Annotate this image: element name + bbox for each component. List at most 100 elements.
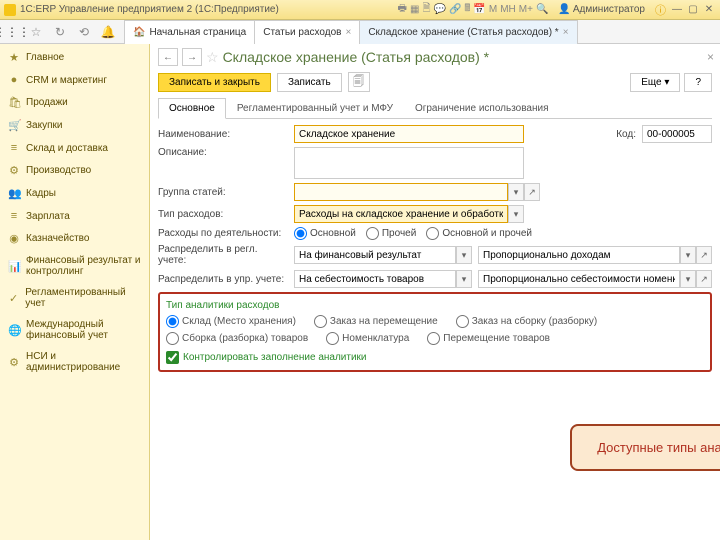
dropdown-icon[interactable]: ▾ xyxy=(456,246,472,264)
info-icon[interactable]: ⓘ xyxy=(655,2,666,18)
sidebar-item-5[interactable]: ⚙Производство xyxy=(0,159,149,182)
sidebar-item-0[interactable]: ★Главное xyxy=(0,46,149,69)
calc-icon[interactable]: 🖩 xyxy=(464,1,470,18)
sidebar-item-2[interactable]: 🛍Продажи xyxy=(0,91,149,114)
history-icon[interactable]: ↻ xyxy=(52,24,68,40)
mn-icon[interactable]: МН xyxy=(500,4,516,15)
regl-input-2[interactable] xyxy=(478,246,680,264)
sidebar-icon: 🛍 xyxy=(8,96,20,109)
code-input[interactable] xyxy=(642,125,712,143)
user-label[interactable]: 👤 Администратор xyxy=(558,4,645,15)
sidebar-label: Производство xyxy=(26,165,91,176)
sidebar-item-10[interactable]: ✓Регламентированный учет xyxy=(0,282,149,314)
type-input[interactable] xyxy=(294,205,508,223)
analytics-nomenclature[interactable]: Номенклатура xyxy=(326,332,409,345)
sidebar-item-1[interactable]: ● CRM и маркетинг xyxy=(0,69,149,91)
sidebar-label: CRM и маркетинг xyxy=(26,75,107,86)
analytics-assembly[interactable]: Сборка (разборка) товаров xyxy=(166,332,308,345)
back-button[interactable]: ← xyxy=(158,48,178,66)
calendar-icon[interactable]: 📅 xyxy=(473,4,485,15)
sidebar-label: Закупки xyxy=(26,120,62,131)
upr-input-2[interactable] xyxy=(478,270,680,288)
callout-box: Доступные типы аналитики xyxy=(570,424,720,471)
tab-storage-expense[interactable]: Складское хранение (Статья расходов) * × xyxy=(359,20,577,44)
close-button[interactable]: ✕ xyxy=(702,4,716,16)
analytics-transfer[interactable]: Перемещение товаров xyxy=(427,332,550,345)
app-title: 1С:ERP Управление предприятием 2 (1С:Пре… xyxy=(20,4,394,15)
sidebar-icon: ● xyxy=(8,74,20,86)
activity-radio-group: Основной Прочей Основной и прочей xyxy=(294,227,532,240)
activity-main[interactable]: Основной xyxy=(294,227,356,240)
minimize-button[interactable]: — xyxy=(670,4,684,16)
close-icon[interactable]: × xyxy=(563,27,569,38)
mplus-icon[interactable]: М+ xyxy=(519,4,533,15)
upr-label: Распределить в упр. учете: xyxy=(158,274,288,285)
content-area: × ← → ☆ Складское хранение (Статья расхо… xyxy=(150,44,720,540)
tab-home[interactable]: 🏠 Начальная страница xyxy=(124,20,255,44)
sidebar-label: Регламентированный учет xyxy=(25,287,141,309)
maximize-button[interactable]: ▢ xyxy=(686,4,700,16)
apps-icon[interactable]: ⋮⋮⋮ xyxy=(4,24,20,40)
doc-icon[interactable]: 🗎 xyxy=(422,1,430,18)
close-icon[interactable]: × xyxy=(345,27,351,38)
upr-input-1[interactable] xyxy=(294,270,456,288)
save-close-button[interactable]: Записать и закрыть xyxy=(158,73,271,92)
sidebar-item-9[interactable]: 📊Финансовый результат и контроллинг xyxy=(0,250,149,282)
sidebar-item-3[interactable]: 🛒Закупки xyxy=(0,114,149,137)
name-input[interactable] xyxy=(294,125,524,143)
nav-back-icon[interactable]: ⟲ xyxy=(76,24,92,40)
report-button[interactable]: 🗐 xyxy=(348,72,370,92)
dropdown-icon[interactable]: ▾ xyxy=(456,270,472,288)
m-icon[interactable]: М xyxy=(489,4,497,15)
dropdown-icon[interactable]: ▾ xyxy=(680,270,696,288)
activity-both[interactable]: Основной и прочей xyxy=(426,227,532,240)
help-button[interactable]: ? xyxy=(684,73,712,92)
grid-icon[interactable]: ▦ xyxy=(410,4,419,15)
print-icon[interactable]: 🖶 xyxy=(398,1,407,18)
star-icon[interactable]: ☆ xyxy=(28,24,44,40)
favorite-icon[interactable]: ☆ xyxy=(206,49,219,66)
chat-icon[interactable]: 💬 xyxy=(434,4,446,15)
save-button[interactable]: Записать xyxy=(277,73,342,92)
open-icon[interactable]: ↗ xyxy=(696,246,712,264)
tab-expense-items[interactable]: Статьи расходов × xyxy=(254,20,360,44)
group-input[interactable] xyxy=(294,183,508,201)
analytics-box: Тип аналитики расходов Склад (Место хран… xyxy=(158,292,712,372)
desc-input[interactable] xyxy=(294,147,524,179)
sidebar-item-12[interactable]: ⚙НСИ и администрирование xyxy=(0,346,149,378)
sidebar-item-4[interactable]: ≡Склад и доставка xyxy=(0,137,149,159)
analytics-assembly-order[interactable]: Заказ на сборку (разборку) xyxy=(456,315,597,328)
page-close-icon[interactable]: × xyxy=(707,50,714,64)
link-icon[interactable]: 🔗 xyxy=(449,4,461,15)
inner-tab-regl[interactable]: Регламентированный учет и МФУ xyxy=(226,98,404,118)
app-logo-icon xyxy=(4,4,16,16)
forward-button[interactable]: → xyxy=(182,48,202,66)
open-icon[interactable]: ↗ xyxy=(524,183,540,201)
sidebar-item-7[interactable]: ≡Зарплата xyxy=(0,205,149,227)
sidebar-item-6[interactable]: 👥Кадры xyxy=(0,182,149,205)
dropdown-icon[interactable]: ▾ xyxy=(680,246,696,264)
dropdown-icon[interactable]: ▾ xyxy=(508,183,524,201)
sidebar-label: Казначейство xyxy=(26,233,89,244)
sidebar-item-11[interactable]: 🌐Международный финансовый учет xyxy=(0,314,149,346)
search-icon[interactable]: 🔍 xyxy=(536,4,548,15)
sidebar-item-8[interactable]: ◉Казначейство xyxy=(0,227,149,250)
window-controls: — ▢ ✕ xyxy=(670,4,716,16)
open-icon[interactable]: ↗ xyxy=(696,270,712,288)
bell-icon[interactable]: 🔔 xyxy=(100,24,116,40)
activity-label: Расходы по деятельности: xyxy=(158,228,288,239)
dropdown-icon[interactable]: ▾ xyxy=(508,205,524,223)
analytics-warehouse[interactable]: Склад (Место хранения) xyxy=(166,315,296,328)
sidebar-label: Международный финансовый учет xyxy=(26,319,108,341)
regl-input-1[interactable] xyxy=(294,246,456,264)
analytics-transfer-order[interactable]: Заказ на перемещение xyxy=(314,315,438,328)
analytics-control-check[interactable]: Контролировать заполнение аналитики xyxy=(166,351,704,364)
more-button[interactable]: Еще ▾ xyxy=(630,73,680,92)
sidebar-icon: ≡ xyxy=(8,142,20,154)
inner-tab-limit[interactable]: Ограничение использования xyxy=(404,98,560,118)
activity-other[interactable]: Прочей xyxy=(366,227,416,240)
desc-label: Описание: xyxy=(158,147,288,158)
inner-tab-main[interactable]: Основное xyxy=(158,98,226,119)
action-bar: Записать и закрыть Записать 🗐 Еще ▾ ? xyxy=(158,72,712,92)
top-tabs: 🏠 Начальная страница Статьи расходов × С… xyxy=(124,20,577,44)
